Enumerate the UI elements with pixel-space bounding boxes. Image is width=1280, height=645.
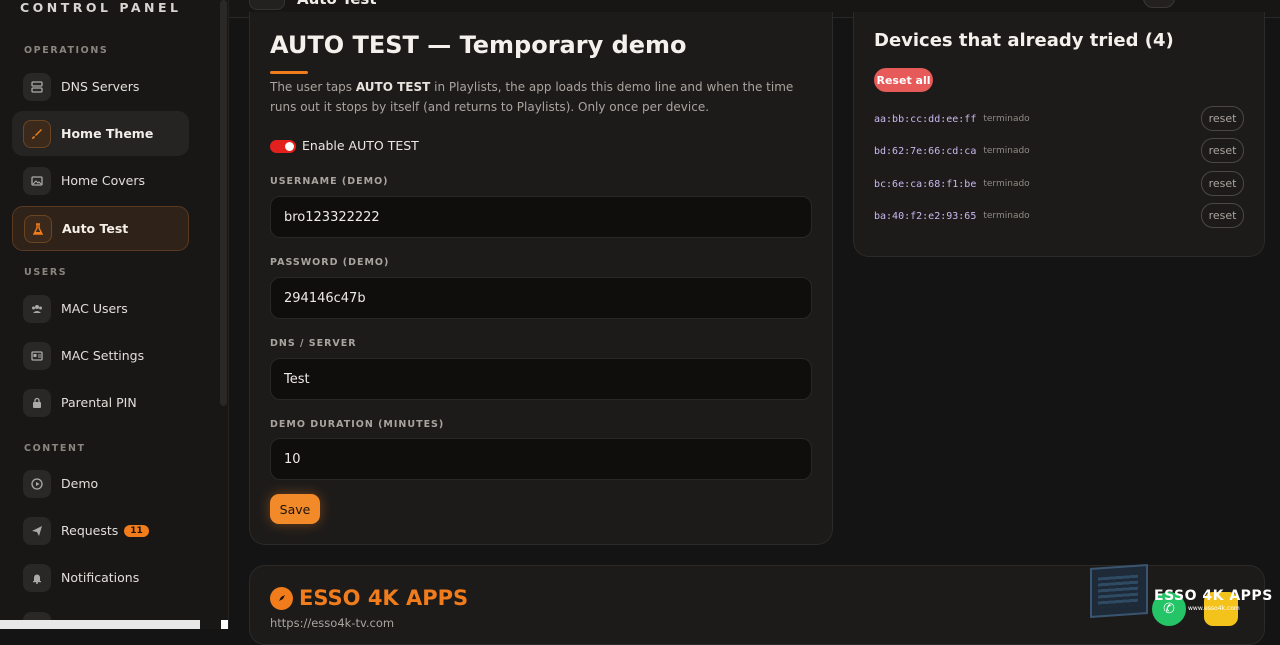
username-label: USERNAME (DEMO) bbox=[270, 176, 389, 187]
menu-toggle-button[interactable] bbox=[249, 0, 285, 10]
sidebar-brand: CONTROL PANEL bbox=[20, 0, 182, 15]
device-row: aa:bb:cc:dd:ee:ff terminado reset bbox=[874, 106, 1244, 132]
sidebar-item-requests[interactable]: Requests 11 bbox=[12, 508, 189, 553]
title-underline bbox=[270, 71, 308, 74]
bell-icon bbox=[23, 563, 51, 592]
username-field[interactable]: bro123322222 bbox=[270, 196, 812, 238]
password-field[interactable]: 294146c47b bbox=[270, 277, 812, 319]
main-content: Auto Test AUTO TEST — Temporary demo The… bbox=[229, 0, 1280, 645]
device-status: terminado bbox=[983, 146, 1030, 156]
footer-brand: ESSO 4K APPS bbox=[270, 586, 468, 610]
sidebar-item-demo[interactable]: Demo bbox=[12, 461, 189, 506]
device-status: terminado bbox=[983, 114, 1030, 124]
sidebar: CONTROL PANEL OPERATIONS DNS Servers Hom… bbox=[0, 0, 229, 629]
device-mac: bd:62:7e:66:cd:ca bbox=[874, 145, 977, 157]
auto-test-title: AUTO TEST — Temporary demo bbox=[270, 31, 687, 59]
dns-server-label: DNS / SERVER bbox=[270, 338, 357, 349]
promo-subtext: www.esso4k.com bbox=[1188, 605, 1240, 612]
device-reset-button[interactable]: reset bbox=[1201, 138, 1244, 163]
sidebar-item-label: Requests bbox=[61, 523, 119, 538]
sidebar-item-mac-users[interactable]: MAC Users bbox=[12, 286, 189, 331]
section-label-users: USERS bbox=[24, 267, 68, 278]
password-label: PASSWORD (DEMO) bbox=[270, 257, 390, 268]
flask-icon bbox=[24, 214, 52, 243]
device-mac: bc:6e:ca:68:f1:be bbox=[874, 178, 977, 190]
monitor-icon bbox=[1090, 563, 1148, 619]
device-row: bd:62:7e:66:cd:ca terminado reset bbox=[874, 138, 1244, 164]
device-status: terminado bbox=[983, 179, 1030, 189]
page-title: Auto Test bbox=[297, 0, 377, 8]
device-row: bc:6e:ca:68:f1:be terminado reset bbox=[874, 171, 1244, 197]
sidebar-item-label: MAC Settings bbox=[61, 348, 145, 363]
horizontal-scrollbar[interactable] bbox=[0, 620, 200, 629]
reset-all-button[interactable]: Reset all bbox=[874, 68, 933, 92]
device-reset-button[interactable]: reset bbox=[1201, 106, 1244, 131]
enable-auto-test-label: Enable AUTO TEST bbox=[302, 138, 419, 153]
sidebar-item-label: Auto Test bbox=[62, 221, 129, 236]
sidebar-item-label: Parental PIN bbox=[61, 395, 137, 410]
requests-count-badge: 11 bbox=[124, 524, 149, 537]
send-icon bbox=[23, 516, 51, 545]
sidebar-item-label: Home Covers bbox=[61, 173, 146, 188]
sidebar-item-home-covers[interactable]: Home Covers bbox=[12, 158, 189, 203]
sidebar-item-home-theme[interactable]: Home Theme bbox=[12, 111, 189, 156]
promo-text: ESSO 4K APPS bbox=[1154, 588, 1273, 604]
topbar-action-button[interactable] bbox=[1143, 0, 1175, 8]
sidebar-item-parental-pin[interactable]: Parental PIN bbox=[12, 380, 189, 425]
promo-badge: ✆ ESSO 4K APPS www.esso4k.com bbox=[1090, 563, 1280, 629]
demo-duration-label: DEMO DURATION (MINUTES) bbox=[270, 419, 445, 430]
scrollbar-corner bbox=[221, 620, 228, 629]
lock-icon bbox=[23, 388, 51, 417]
sidebar-item-dns-servers[interactable]: DNS Servers bbox=[12, 64, 189, 109]
brush-icon bbox=[23, 119, 51, 148]
device-mac: aa:bb:cc:dd:ee:ff bbox=[874, 113, 977, 125]
id-card-icon bbox=[23, 341, 51, 370]
footer-brand-name: ESSO 4K APPS bbox=[299, 586, 469, 610]
sidebar-item-notifications[interactable]: Notifications bbox=[12, 555, 189, 600]
sidebar-item-label: DNS Servers bbox=[61, 79, 140, 94]
image-icon bbox=[23, 166, 51, 195]
sidebar-item-mac-settings[interactable]: MAC Settings bbox=[12, 333, 189, 378]
demo-duration-field[interactable]: 10 bbox=[270, 438, 812, 480]
device-reset-button[interactable]: reset bbox=[1201, 203, 1244, 228]
device-row: ba:40:f2:e2:93:65 terminado reset bbox=[874, 203, 1244, 229]
enable-auto-test-toggle[interactable] bbox=[270, 140, 296, 153]
section-label-content: CONTENT bbox=[24, 443, 86, 454]
dns-server-field[interactable]: Test bbox=[270, 358, 812, 400]
auto-test-description: The user taps AUTO TEST in Playlists, th… bbox=[270, 80, 794, 114]
users-icon bbox=[23, 294, 51, 323]
devices-title: Devices that already tried (4) bbox=[874, 30, 1174, 51]
sidebar-scrollbar[interactable] bbox=[220, 0, 227, 406]
sidebar-item-label: MAC Users bbox=[61, 301, 128, 316]
section-label-operations: OPERATIONS bbox=[24, 45, 109, 56]
play-icon bbox=[23, 469, 51, 498]
compass-icon bbox=[270, 586, 293, 610]
device-reset-button[interactable]: reset bbox=[1201, 171, 1244, 196]
device-status: terminado bbox=[983, 211, 1030, 221]
sidebar-item-label: Home Theme bbox=[61, 126, 154, 141]
sidebar-item-auto-test[interactable]: Auto Test bbox=[12, 206, 189, 251]
sidebar-item-label: Demo bbox=[61, 476, 99, 491]
save-button[interactable]: Save bbox=[270, 494, 320, 524]
sidebar-item-label: Notifications bbox=[61, 570, 140, 585]
device-mac: ba:40:f2:e2:93:65 bbox=[874, 210, 977, 222]
footer-url-link[interactable]: https://esso4k-tv.com bbox=[270, 616, 394, 630]
server-icon bbox=[23, 72, 51, 101]
